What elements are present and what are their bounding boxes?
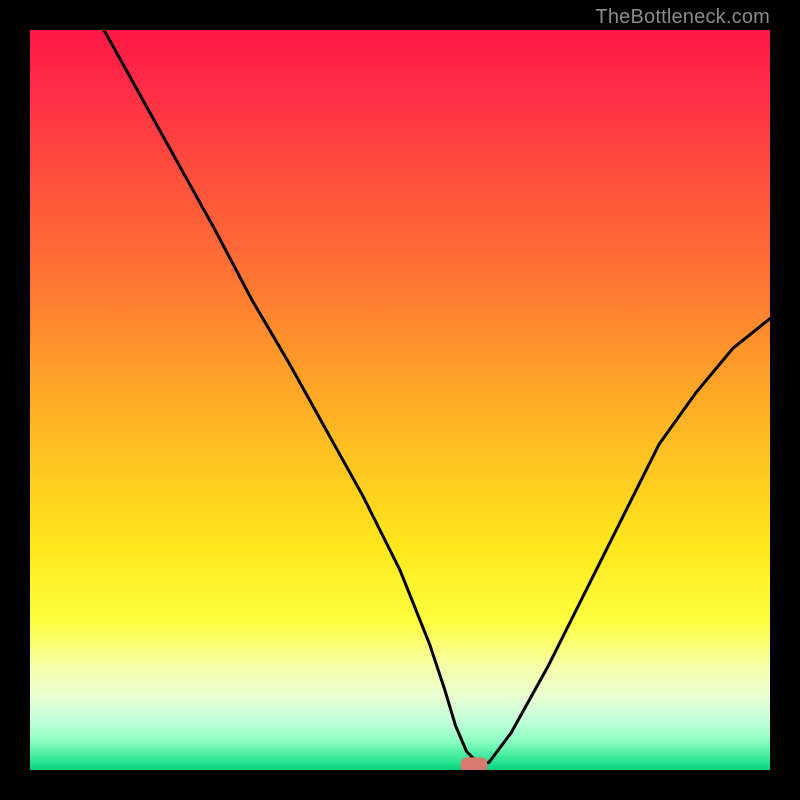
watermark-text: TheBottleneck.com (595, 6, 770, 29)
minimum-marker (461, 757, 488, 770)
bottleneck-curve (104, 30, 770, 763)
plot-area (30, 30, 770, 770)
chart-frame: TheBottleneck.com (0, 0, 800, 800)
curve-layer (30, 30, 770, 770)
